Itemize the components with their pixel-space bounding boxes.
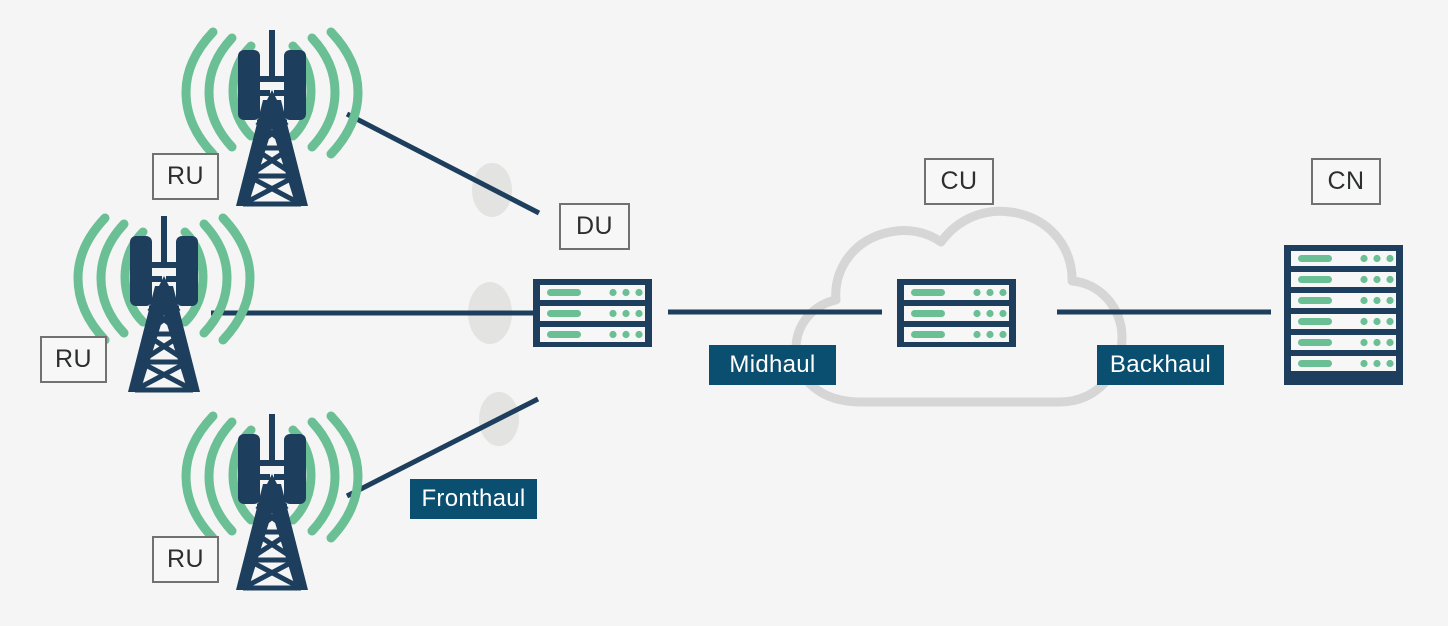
node-label-text: CN	[1327, 167, 1365, 195]
servers-layer	[533, 245, 1403, 385]
node-label-cu[interactable]: CU	[924, 158, 994, 205]
node-label-text: CU	[940, 167, 978, 195]
server-rack-icon	[1284, 245, 1403, 385]
node-label-ru-bottom[interactable]: RU	[152, 536, 219, 583]
node-label-cn[interactable]: CN	[1311, 158, 1381, 205]
server-rack-icon	[533, 279, 652, 347]
node-label-text: RU	[166, 162, 205, 190]
node-label-text: RU	[166, 545, 205, 573]
link-label-midhaul[interactable]: Midhaul	[709, 345, 836, 385]
node-label-du[interactable]: DU	[559, 203, 630, 250]
link-label-text: Backhaul	[1109, 351, 1212, 378]
node-label-ru-middle[interactable]: RU	[40, 336, 107, 383]
server-rack-icon	[897, 279, 1016, 347]
link-label-text: Midhaul	[729, 351, 816, 378]
node-label-text: RU	[54, 345, 93, 373]
link-label-backhaul[interactable]: Backhaul	[1097, 345, 1224, 385]
node-label-ru-top[interactable]: RU	[152, 153, 219, 200]
node-label-text: DU	[575, 212, 614, 240]
diagram-canvas: RU RU RU DU CU CN Fronthaul Midhaul Back…	[0, 0, 1448, 626]
link-label-fronthaul[interactable]: Fronthaul	[410, 479, 537, 519]
link-label-text: Fronthaul	[421, 485, 526, 512]
